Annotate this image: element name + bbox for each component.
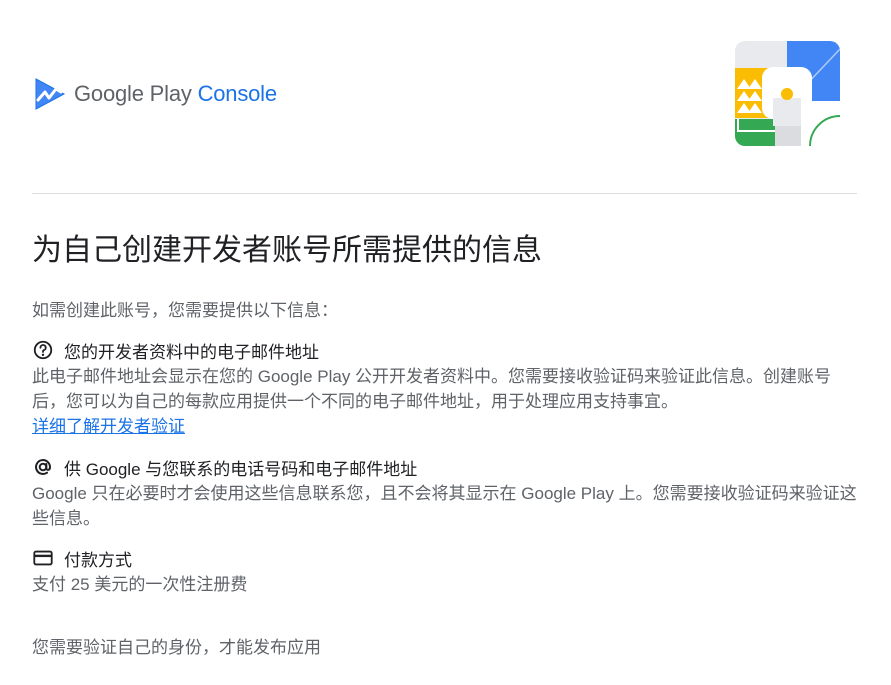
brand-name: Google Play Console xyxy=(74,81,277,107)
play-console-logo-icon xyxy=(35,78,66,110)
credit-card-icon xyxy=(33,550,53,566)
page-header: Google Play Console xyxy=(0,0,891,194)
header-divider xyxy=(32,193,857,194)
section-description: Google 只在必要时才会使用这些信息联系您，且不会将其显示在 Google … xyxy=(32,484,857,528)
at-sign-icon xyxy=(35,459,51,475)
brand-console: Console xyxy=(197,81,278,106)
learn-more-developer-verification-link[interactable]: 详细了解开发者验证 xyxy=(32,414,185,439)
brand-google-play: Google Play xyxy=(74,81,198,106)
section-title-row: 付款方式 xyxy=(32,546,858,570)
developer-account-illustration xyxy=(735,41,840,146)
brand-logo-lockup[interactable]: Google Play Console xyxy=(34,76,277,112)
section-profile-email: 您的开发者资料中的电子邮件地址 此电子邮件地址会显示在您的 Google Pla… xyxy=(32,338,858,439)
section-title: 您的开发者资料中的电子邮件地址 xyxy=(64,342,319,362)
section-description: 此电子邮件地址会显示在您的 Google Play 公开开发者资料中。您需要接收… xyxy=(32,367,832,411)
section-title-row: 您的开发者资料中的电子邮件地址 xyxy=(32,338,858,362)
section-title: 供 Google 与您联系的电话号码和电子邮件地址 xyxy=(64,459,418,479)
section-contact-info: 供 Google 与您联系的电话号码和电子邮件地址 Google 只在必要时才会… xyxy=(32,455,858,531)
section-description: 支付 25 美元的一次性注册费 xyxy=(32,575,248,594)
identity-verification-note: 您需要验证自己的身份，才能发布应用 xyxy=(32,638,321,657)
section-title-row: 供 Google 与您联系的电话号码和电子邮件地址 xyxy=(32,455,858,479)
intro-text: 如需创建此账号，您需要提供以下信息： xyxy=(32,301,338,320)
section-payment-method: 付款方式 支付 25 美元的一次性注册费 xyxy=(32,546,858,597)
page-title: 为自己创建开发者账号所需提供的信息 xyxy=(32,234,542,267)
help-circle-icon xyxy=(33,340,53,360)
section-title: 付款方式 xyxy=(64,550,132,570)
